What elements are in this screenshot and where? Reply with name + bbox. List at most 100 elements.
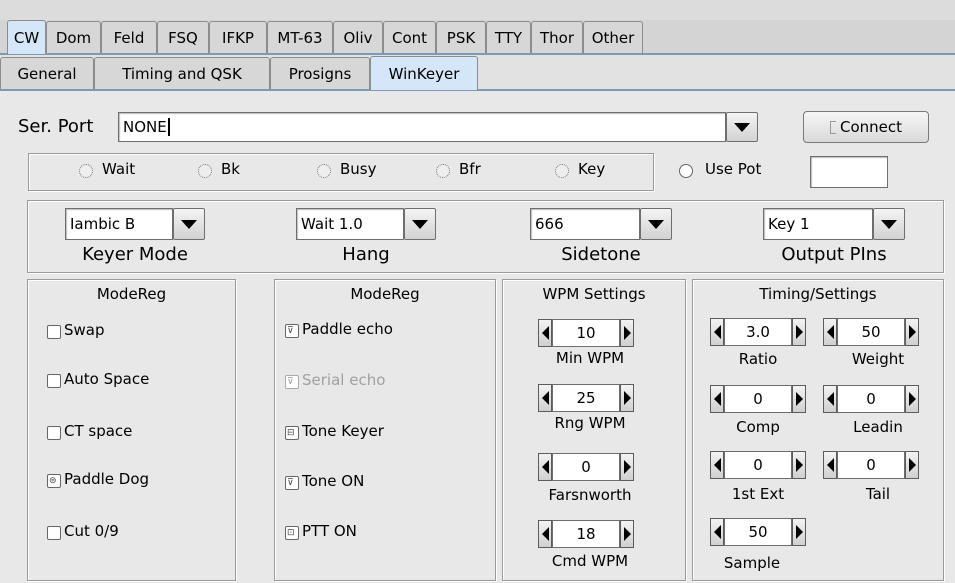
tab-cont[interactable]: Cont [383, 21, 436, 53]
weight-value[interactable]: 50 [837, 318, 905, 346]
tab-label: Cont [391, 28, 428, 47]
hang-select[interactable]: Wait 1.0 [296, 208, 404, 240]
tone-on-label: Tone ON [302, 472, 365, 490]
rng-wpm-value[interactable]: 25 [552, 384, 620, 412]
comp-spinner[interactable]: 0 [710, 385, 806, 413]
sample-value[interactable]: 50 [724, 518, 792, 546]
tail-spinner[interactable]: 0 [823, 451, 919, 479]
subtab-prosigns[interactable]: Prosigns [270, 57, 370, 89]
use-pot-label: Use Pot [705, 160, 762, 178]
subtab-label: Timing and QSK [122, 64, 242, 83]
paddle-echo-checkbox[interactable]: ⊽ [285, 324, 299, 338]
timing-settings-title: Timing/Settings [759, 285, 877, 303]
min-wpm-spinner[interactable]: 10 [538, 319, 634, 347]
increment-arrow-icon[interactable] [905, 318, 919, 346]
tab-label: Dom [55, 28, 92, 47]
tab-label: IFKP [222, 28, 254, 47]
sample-spinner[interactable]: 50 [710, 518, 806, 546]
output-pins-dropdown-button[interactable] [873, 208, 905, 240]
tab-mt63[interactable]: MT-63 [267, 21, 333, 53]
decrement-arrow-icon[interactable] [823, 451, 837, 479]
keyer-mode-select[interactable]: Iambic B [65, 208, 173, 240]
farnsworth-value[interactable]: 0 [552, 453, 620, 481]
output-pins-value: Key 1 [768, 215, 810, 233]
text-cursor [167, 118, 170, 136]
subtab-timing-qsk[interactable]: Timing and QSK [94, 57, 270, 89]
leadin-value[interactable]: 0 [837, 385, 905, 413]
rng-wpm-spinner[interactable]: 25 [538, 384, 634, 412]
first-ext-spinner[interactable]: 0 [710, 451, 806, 479]
serial-port-dropdown-button[interactable] [726, 112, 758, 142]
tab-ifkp[interactable]: IFKP [209, 21, 267, 53]
tab-psk[interactable]: PSK [436, 21, 486, 53]
use-pot-value-field[interactable] [810, 156, 888, 188]
cut-09-checkbox[interactable] [47, 526, 61, 540]
chevron-down-icon [181, 219, 197, 229]
paddle-dog-checkbox[interactable]: ⊜ [47, 474, 61, 488]
increment-arrow-icon[interactable] [620, 319, 634, 347]
swap-checkbox[interactable] [47, 325, 61, 339]
connect-button[interactable]: Connect [803, 111, 929, 143]
tab-tty[interactable]: TTY [486, 21, 531, 53]
comp-value[interactable]: 0 [724, 385, 792, 413]
cmd-wpm-spinner[interactable]: 18 [538, 520, 634, 548]
subtab-label: WinKeyer [388, 64, 460, 83]
min-wpm-value[interactable]: 10 [552, 319, 620, 347]
tone-keyer-checkbox[interactable]: ⊟ [285, 426, 299, 440]
farnsworth-spinner[interactable]: 0 [538, 453, 634, 481]
cmd-wpm-value[interactable]: 18 [552, 520, 620, 548]
increment-arrow-icon[interactable] [620, 384, 634, 412]
rng-wpm-label: Rng WPM [554, 414, 626, 432]
subtab-general[interactable]: General [0, 57, 94, 89]
increment-arrow-icon[interactable] [792, 451, 806, 479]
increment-arrow-icon[interactable] [620, 453, 634, 481]
tail-value[interactable]: 0 [837, 451, 905, 479]
tab-dom[interactable]: Dom [46, 21, 101, 53]
hang-dropdown-button[interactable] [404, 208, 436, 240]
keyer-mode-dropdown-button[interactable] [173, 208, 205, 240]
decrement-arrow-icon[interactable] [710, 451, 724, 479]
decrement-arrow-icon[interactable] [710, 318, 724, 346]
decrement-arrow-icon[interactable] [538, 453, 552, 481]
increment-arrow-icon[interactable] [905, 385, 919, 413]
decrement-arrow-icon[interactable] [823, 385, 837, 413]
tab-label: TTY [494, 28, 523, 47]
decrement-arrow-icon[interactable] [823, 318, 837, 346]
weight-spinner[interactable]: 50 [823, 318, 919, 346]
increment-arrow-icon[interactable] [792, 385, 806, 413]
decrement-arrow-icon[interactable] [538, 384, 552, 412]
tone-on-checkbox[interactable]: ⊽ [285, 476, 299, 490]
tab-feld[interactable]: Feld [101, 21, 157, 53]
decrement-arrow-icon[interactable] [710, 385, 724, 413]
decrement-arrow-icon[interactable] [538, 520, 552, 548]
ct-space-checkbox[interactable] [47, 426, 61, 440]
tab-oliv[interactable]: Oliv [333, 21, 383, 53]
increment-arrow-icon[interactable] [620, 520, 634, 548]
tab-cw[interactable]: CW [7, 20, 46, 54]
tab-thor[interactable]: Thor [531, 21, 583, 53]
checkbox-mark-icon: ⊽ [287, 478, 294, 488]
use-pot-checkbox[interactable] [679, 164, 693, 178]
ptt-on-checkbox[interactable]: ⊡ [285, 526, 299, 540]
sidetone-select[interactable]: 666 [530, 208, 640, 240]
decrement-arrow-icon[interactable] [710, 518, 724, 546]
decrement-arrow-icon[interactable] [538, 319, 552, 347]
subtab-winkeyer[interactable]: WinKeyer [370, 56, 478, 90]
tail-label: Tail [865, 485, 891, 503]
first-ext-value[interactable]: 0 [724, 451, 792, 479]
serial-port-input[interactable]: NONE [118, 112, 726, 142]
sidetone-dropdown-button[interactable] [640, 208, 672, 240]
tab-other[interactable]: Other [583, 21, 643, 53]
checkbox-mark-icon: ⊽ [287, 326, 294, 336]
leadin-spinner[interactable]: 0 [823, 385, 919, 413]
auto-space-checkbox[interactable] [47, 374, 61, 388]
ratio-value[interactable]: 3.0 [724, 318, 792, 346]
increment-arrow-icon[interactable] [792, 318, 806, 346]
serial-echo-checkbox[interactable]: ⊽ [285, 375, 299, 389]
output-pins-select[interactable]: Key 1 [763, 208, 873, 240]
increment-arrow-icon[interactable] [905, 451, 919, 479]
ratio-spinner[interactable]: 3.0 [710, 318, 806, 346]
tab-fsq[interactable]: FSQ [157, 21, 209, 53]
keyer-mode-value: Iambic B [70, 215, 136, 233]
increment-arrow-icon[interactable] [792, 518, 806, 546]
